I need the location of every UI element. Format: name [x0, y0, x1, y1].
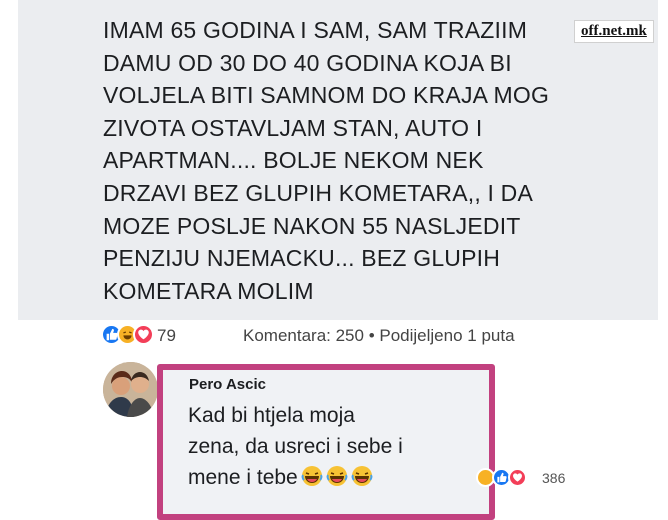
- comment-author[interactable]: Pero Ascic: [189, 376, 266, 393]
- comment-reaction-count: 386: [542, 470, 566, 486]
- post-line: ZIVOTA OSTAVLJAM STAN, AUTO I: [103, 114, 483, 141]
- post-line: PENZIJU NJEMACKU... BEZ GLUPIH: [103, 245, 501, 272]
- laughing-emoji-icon: [326, 465, 348, 487]
- comment-line: mene i tebe: [188, 462, 478, 493]
- comment-bubble: Pero Ascic Kad bi htjela moja zena, da u…: [157, 364, 495, 520]
- comment-text: Kad bi htjela moja zena, da usreci i seb…: [188, 400, 478, 493]
- love-icon: [508, 468, 527, 487]
- post-stats-bar: 79 Komentara: 250 • Podijeljeno 1 puta: [0, 318, 668, 358]
- post-line: MOZE POSLJE NAKON 55 NASLJEDIT: [103, 212, 521, 239]
- post-line: KOMETARA MOLIM: [103, 277, 314, 304]
- post-line: VOLJELA BITI SAMNOM DO KRAJA MOG: [103, 82, 550, 109]
- avatar[interactable]: [103, 362, 158, 417]
- watermark: off.net.mk: [574, 20, 654, 43]
- comment-reactions[interactable]: 386: [470, 464, 580, 492]
- comment-line: Kad bi htjela moja: [188, 404, 355, 427]
- post-body: IMAM 65 GODINA I SAM, SAM TRAZIIM DAMU O…: [18, 0, 658, 320]
- post-line: DRZAVI BEZ GLUPIH KOMETARA,, I DA: [103, 179, 534, 206]
- post-text: IMAM 65 GODINA I SAM, SAM TRAZIIM DAMU O…: [103, 14, 573, 307]
- comments-shares-count[interactable]: Komentara: 250 • Podijeljeno 1 puta: [243, 326, 515, 346]
- reaction-count[interactable]: 79: [157, 326, 176, 346]
- laughing-emoji-icon: [301, 465, 323, 487]
- laughing-emoji-icon: [351, 465, 373, 487]
- comment-line: zena, da usreci i sebe i: [188, 435, 403, 458]
- post-line: IMAM 65 GODINA I SAM, SAM TRAZIIM: [103, 17, 528, 43]
- love-icon[interactable]: [133, 324, 154, 345]
- post-line: APARTMAN.... BOLJE NEKOM NEK: [103, 147, 484, 174]
- post-line: DAMU OD 30 DO 40 GODINA KOJA BI: [103, 49, 512, 76]
- comment-line-text: mene i tebe: [188, 466, 298, 489]
